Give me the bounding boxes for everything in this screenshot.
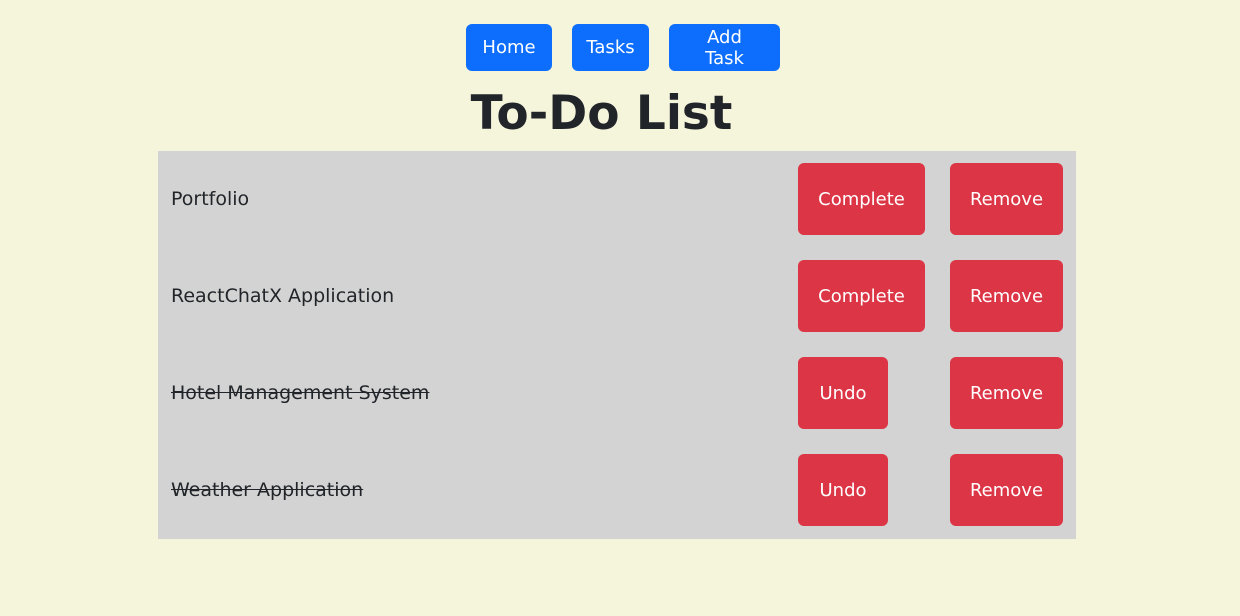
task-name-completed: Weather Application <box>171 479 364 501</box>
remove-button[interactable]: Remove <box>950 260 1063 332</box>
remove-button[interactable]: Remove <box>950 163 1063 235</box>
task-row: Hotel Management System Undo Remove <box>158 345 1076 442</box>
tasks-button[interactable]: Tasks <box>572 24 649 71</box>
undo-button[interactable]: Undo <box>798 357 888 429</box>
remove-button[interactable]: Remove <box>950 454 1063 526</box>
task-row: Weather Application Undo Remove <box>158 442 1076 539</box>
task-name: ReactChatX Application <box>171 285 395 307</box>
task-list: Portfolio Complete Remove ReactChatX App… <box>158 151 1076 539</box>
task-row: Portfolio Complete Remove <box>158 151 1076 248</box>
home-button[interactable]: Home <box>466 24 552 71</box>
complete-button[interactable]: Complete <box>798 163 925 235</box>
task-name-completed: Hotel Management System <box>171 382 430 404</box>
page-title: To-Do List <box>470 86 733 141</box>
task-row: ReactChatX Application Complete Remove <box>158 248 1076 345</box>
undo-button[interactable]: Undo <box>798 454 888 526</box>
top-nav: Home Tasks Add Task <box>0 24 1240 71</box>
add-task-button[interactable]: Add Task <box>669 24 780 71</box>
task-name: Portfolio <box>171 188 250 210</box>
complete-button[interactable]: Complete <box>798 260 925 332</box>
remove-button[interactable]: Remove <box>950 357 1063 429</box>
